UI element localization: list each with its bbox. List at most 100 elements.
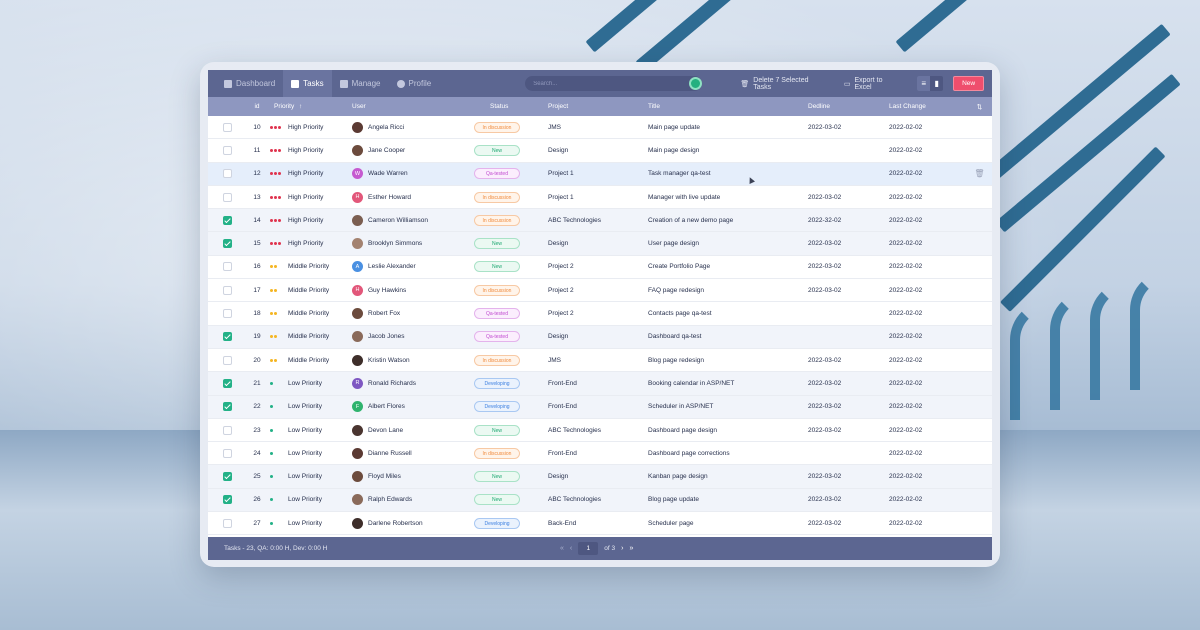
- table-row[interactable]: 17 Middle Priority H Guy Hawkins In disc…: [208, 279, 992, 303]
- priority-dot: [270, 451, 273, 455]
- current-page-input[interactable]: 1: [578, 542, 599, 555]
- first-page-icon[interactable]: «: [560, 545, 564, 552]
- search-input[interactable]: [533, 80, 684, 87]
- row-checkbox[interactable]: [223, 145, 232, 155]
- header-last-change[interactable]: Last Change: [889, 103, 967, 110]
- row-status: In discussion: [470, 284, 548, 296]
- row-checkbox[interactable]: [223, 262, 232, 272]
- table-row[interactable]: 10 High Priority Angela Ricci In discuss…: [208, 116, 992, 140]
- nav-manage[interactable]: Manage: [332, 70, 389, 97]
- trash-icon: 🗑: [740, 80, 750, 88]
- column-settings-icon[interactable]: ⇅: [967, 103, 992, 111]
- row-checkbox[interactable]: [223, 122, 232, 132]
- avatar: [352, 517, 363, 529]
- priority-dots: [270, 521, 284, 525]
- board-view-icon[interactable]: ▮: [930, 76, 943, 91]
- table-row[interactable]: 13 High Priority H Esther Howard In disc…: [208, 185, 992, 210]
- row-checkbox[interactable]: [223, 332, 232, 342]
- row-checkbox[interactable]: [223, 309, 232, 319]
- row-select-cell: [208, 495, 244, 505]
- top-navigation-bar: Dashboard Tasks Manage Profile 🗑 Delete …: [208, 70, 992, 97]
- table-row[interactable]: 18 Middle Priority Robert Fox Qa-tested …: [208, 302, 992, 326]
- priority-dot: [274, 195, 277, 199]
- sort-asc-icon: ↑: [299, 103, 303, 110]
- row-priority-label: High Priority: [288, 170, 324, 178]
- header-deadline[interactable]: Dedline: [808, 103, 889, 110]
- header-priority[interactable]: Priority ↑: [270, 103, 352, 110]
- row-user: W Wade Warren: [352, 168, 470, 180]
- avatar: [352, 494, 363, 506]
- avatar: A: [352, 261, 363, 273]
- status-badge: In discussion: [474, 121, 520, 133]
- list-view-icon[interactable]: ≡: [917, 76, 931, 91]
- table-row[interactable]: 25 Low Priority Floyd Miles New Design K…: [208, 465, 992, 489]
- row-title: Kanban page design: [648, 473, 708, 481]
- row-checkbox[interactable]: [223, 472, 232, 482]
- row-title: Booking calendar in ASP/NET: [648, 379, 735, 387]
- row-checkbox[interactable]: [223, 355, 232, 365]
- row-last-change: 2022-02-02: [889, 449, 923, 457]
- table-row[interactable]: 22 Low Priority F Albert Flores Developi…: [208, 395, 992, 419]
- export-excel-button[interactable]: ▭ Export to Excel: [844, 77, 901, 91]
- search-icon[interactable]: [689, 77, 703, 90]
- table-row[interactable]: 11 High Priority Jane Cooper New Design …: [208, 139, 992, 163]
- table-row[interactable]: 15 High Priority Brooklyn Simmons New De…: [208, 232, 992, 256]
- table-row[interactable]: 26 Low Priority Ralph Edwards New ABC Te…: [208, 488, 992, 513]
- header-title[interactable]: Title: [648, 103, 808, 110]
- nav-dashboard[interactable]: Dashboard: [216, 70, 283, 97]
- row-checkbox[interactable]: [223, 215, 232, 225]
- row-id: 16: [253, 263, 261, 271]
- nav-tasks[interactable]: Tasks: [283, 70, 332, 97]
- delete-row-icon[interactable]: 🗑: [974, 169, 984, 178]
- table-row[interactable]: 24 Low Priority Dianne Russell In discus…: [208, 442, 992, 466]
- table-row[interactable]: 23 Low Priority Devon Lane New ABC Techn…: [208, 418, 992, 443]
- row-select-cell: [208, 285, 244, 295]
- last-page-icon[interactable]: »: [629, 545, 633, 552]
- row-checkbox[interactable]: [223, 285, 232, 295]
- row-priority-label: Low Priority: [288, 426, 322, 434]
- prev-page-icon[interactable]: ‹: [570, 545, 572, 552]
- row-user-name: Leslie Alexander: [368, 263, 416, 271]
- row-checkbox[interactable]: [223, 518, 232, 528]
- row-checkbox[interactable]: [223, 425, 232, 435]
- header-id[interactable]: id: [244, 103, 270, 110]
- header-status[interactable]: Status: [470, 103, 548, 110]
- row-select-cell: [208, 332, 244, 342]
- row-checkbox[interactable]: [223, 495, 232, 505]
- row-priority: High Priority: [270, 124, 352, 131]
- table-row[interactable]: 21 Low Priority R Ronald Richards Develo…: [208, 372, 992, 396]
- row-id: 13: [253, 193, 261, 201]
- row-user-name: Esther Howard: [368, 193, 411, 201]
- priority-dots: [270, 125, 284, 129]
- row-checkbox[interactable]: [223, 192, 232, 202]
- row-checkbox[interactable]: [223, 448, 232, 458]
- table-row[interactable]: 19 Middle Priority Jacob Jones Qa-tested…: [208, 325, 992, 349]
- table-row[interactable]: 16 Middle Priority A Leslie Alexander Ne…: [208, 255, 992, 280]
- header-user[interactable]: User: [352, 103, 470, 110]
- row-user: Devon Lane: [352, 424, 470, 436]
- row-status: Developing: [470, 517, 548, 529]
- row-checkbox[interactable]: [223, 169, 232, 179]
- header-project[interactable]: Project: [548, 103, 648, 110]
- nav-profile[interactable]: Profile: [389, 70, 440, 97]
- table-row[interactable]: 20 Middle Priority Kristin Watson In dis…: [208, 348, 992, 373]
- row-checkbox[interactable]: [223, 402, 232, 412]
- table-row[interactable]: 12 High Priority W Wade Warren Qa-tested…: [208, 162, 992, 186]
- row-last-change: 2022-02-02: [889, 263, 923, 271]
- next-page-icon[interactable]: ›: [621, 545, 623, 552]
- table-row[interactable]: 14 High Priority Cameron Williamson In d…: [208, 209, 992, 233]
- new-task-button[interactable]: New: [953, 76, 984, 91]
- row-last-change: 2022-02-02: [889, 216, 923, 224]
- status-badge: New: [474, 238, 520, 250]
- delete-selected-button[interactable]: 🗑 Delete 7 Selected Tasks: [740, 77, 827, 91]
- row-select-cell: [208, 309, 244, 319]
- row-project: Project 1: [548, 170, 574, 178]
- row-priority: High Priority: [270, 194, 352, 201]
- row-priority-label: Middle Priority: [288, 286, 330, 294]
- status-badge: New: [474, 424, 520, 436]
- row-checkbox[interactable]: [223, 239, 232, 249]
- row-deadline: 2022-03-02: [808, 193, 842, 201]
- row-checkbox[interactable]: [223, 378, 232, 388]
- row-user: Dianne Russell: [352, 447, 470, 459]
- table-row[interactable]: 27 Low Priority Darlene Robertson Develo…: [208, 512, 992, 536]
